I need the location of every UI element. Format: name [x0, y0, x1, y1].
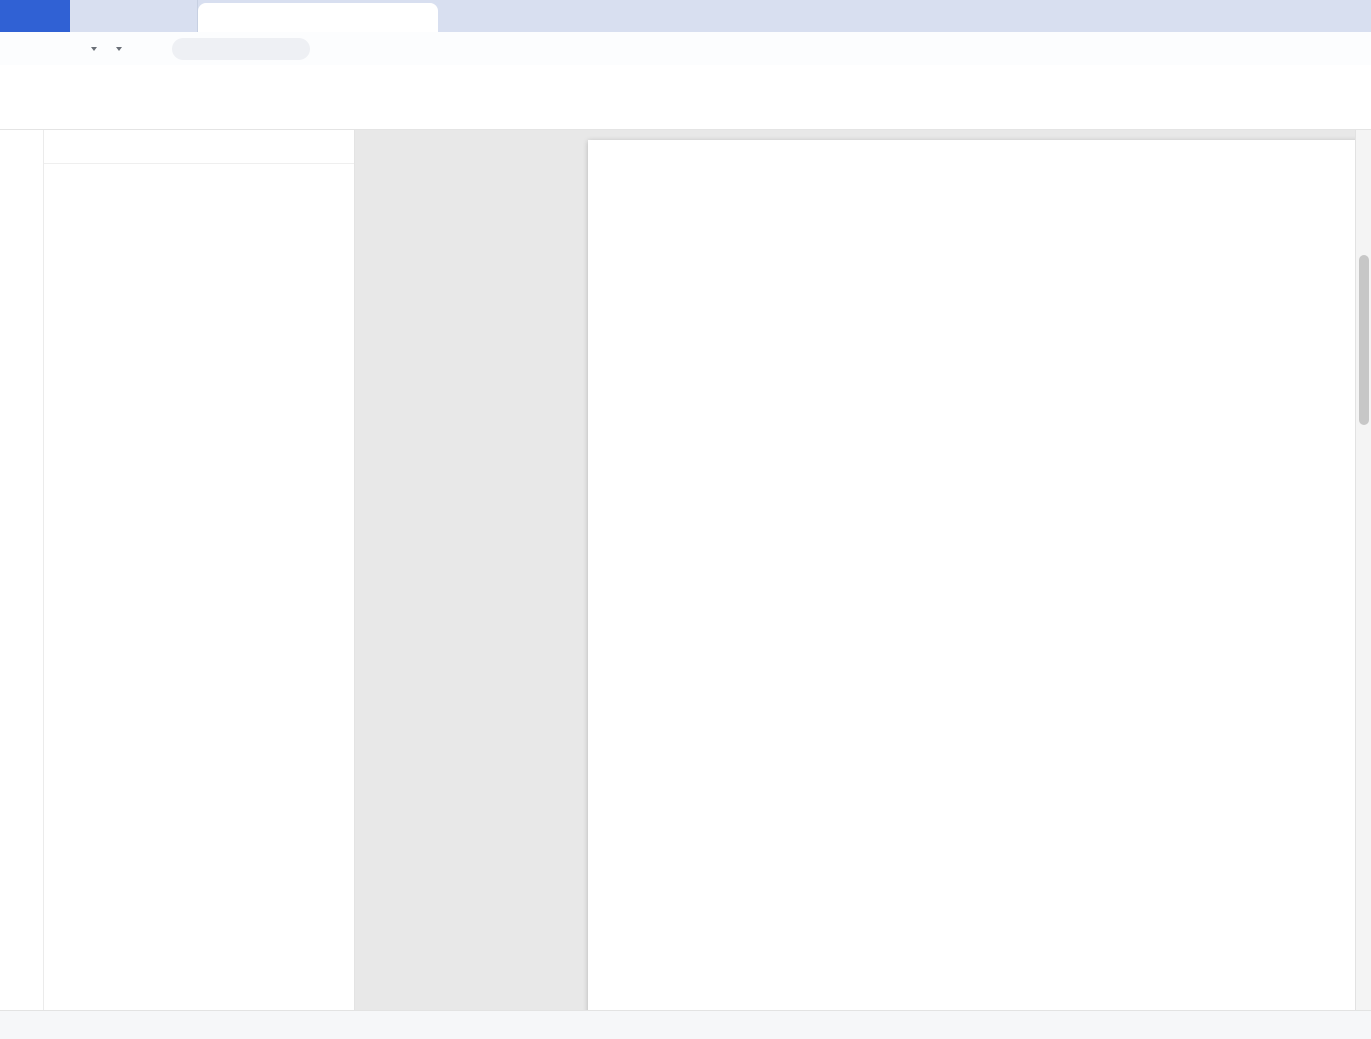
side-icon-strip	[0, 130, 44, 1010]
main-area	[0, 130, 1371, 1010]
redo-button[interactable]	[110, 46, 122, 51]
document-tab[interactable]	[198, 3, 438, 32]
vertical-scrollbar[interactable]	[1355, 130, 1371, 1010]
chevron-down-icon	[116, 46, 122, 51]
status-bar	[0, 1010, 1371, 1039]
command-search[interactable]	[172, 37, 310, 60]
toc-list	[44, 164, 354, 1010]
document-area	[355, 130, 1371, 1010]
docer-tab[interactable]	[70, 0, 198, 32]
toc-toolbar	[44, 152, 354, 164]
window-tab-bar	[0, 0, 1371, 32]
file-menu-button[interactable]	[0, 32, 36, 65]
ribbon	[0, 65, 1371, 130]
chevron-down-icon	[91, 46, 97, 51]
undo-button[interactable]	[85, 46, 97, 51]
scrollbar-thumb[interactable]	[1359, 255, 1369, 425]
quick-access-toolbar	[36, 46, 132, 51]
page[interactable]	[588, 140, 1371, 1010]
toc-panel	[44, 130, 355, 1010]
menu-bar	[0, 32, 1371, 65]
new-tab-button[interactable]	[438, 0, 472, 32]
home-tab[interactable]	[0, 0, 70, 32]
